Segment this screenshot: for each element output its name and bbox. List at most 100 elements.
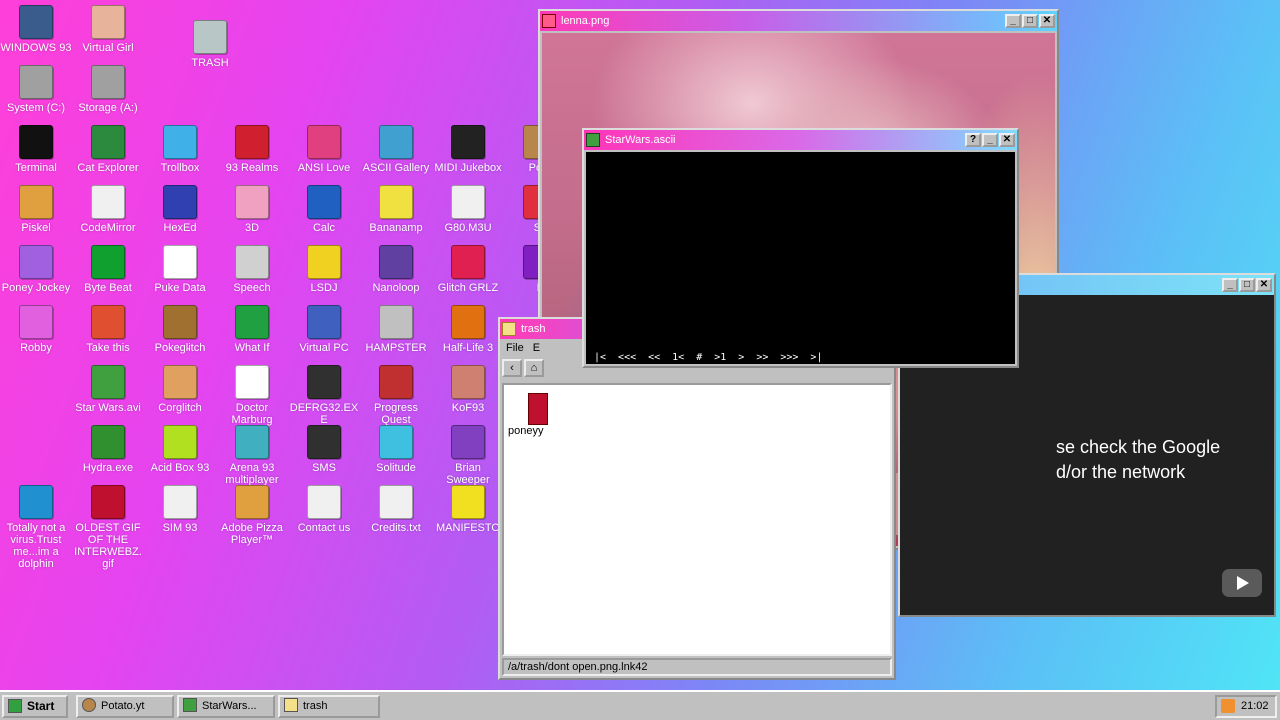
desktop-icon[interactable]: Corglitch bbox=[144, 365, 216, 414]
desktop-icon[interactable]: OLDEST GIF OF THE INTERWEBZ.gif bbox=[72, 485, 144, 570]
desktop-icon[interactable]: HAMPSTER bbox=[360, 305, 432, 354]
menu-edit[interactable]: E bbox=[533, 342, 540, 354]
desktop-icon[interactable]: Totally not a virus.Trust me...im a dolp… bbox=[0, 485, 72, 570]
taskbar-task-potato[interactable]: Potato.yt bbox=[76, 695, 174, 718]
desktop-icon[interactable]: TRASH bbox=[174, 20, 246, 69]
playback-control-button[interactable]: >| bbox=[810, 352, 822, 363]
desktop-icon[interactable]: Arena 93 multiplayer bbox=[216, 425, 288, 486]
desktop-icon[interactable]: Virtual Girl bbox=[72, 5, 144, 54]
desktop-icon[interactable]: Bananamp bbox=[360, 185, 432, 234]
desktop-icon-label: Speech bbox=[233, 282, 271, 294]
help-button[interactable]: ? bbox=[965, 133, 981, 147]
starwars-window[interactable]: StarWars.ascii ? _ ✕ |< <<< << 1< # >1 > >> >>> >… bbox=[582, 128, 1019, 368]
desktop-icon[interactable]: Cat Explorer bbox=[72, 125, 144, 174]
close-button[interactable]: ✕ bbox=[999, 133, 1015, 147]
desktop-icon[interactable]: LSDJ bbox=[288, 245, 360, 294]
desktop-icon[interactable]: Adobe Pizza Player™ bbox=[216, 485, 288, 546]
trash-window[interactable]: trash File E ‹ ⌂ poneyy /a/trash/dont op… bbox=[498, 317, 896, 680]
minimize-button[interactable]: _ bbox=[1222, 278, 1238, 292]
menu-file[interactable]: File bbox=[506, 342, 524, 354]
desktop-icon[interactable]: Poney Jockey bbox=[0, 245, 72, 294]
file-item[interactable]: poneyy bbox=[508, 393, 568, 437]
desktop-icon[interactable]: CodeMirror bbox=[72, 185, 144, 234]
play-button[interactable] bbox=[1222, 569, 1262, 597]
playback-control-button[interactable]: |< bbox=[594, 352, 606, 363]
desktop-icon[interactable]: 93 Realms bbox=[216, 125, 288, 174]
desktop-icon[interactable]: ANSI Love bbox=[288, 125, 360, 174]
rss-icon[interactable] bbox=[1221, 699, 1235, 713]
folder-icon bbox=[502, 322, 516, 336]
minimize-button[interactable]: _ bbox=[982, 133, 998, 147]
desktop-icon[interactable]: Puke Data bbox=[144, 245, 216, 294]
trash-file-area[interactable]: poneyy bbox=[502, 383, 892, 656]
home-button[interactable]: ⌂ bbox=[524, 359, 544, 377]
minimize-button[interactable]: _ bbox=[1005, 14, 1021, 28]
desktop-icon[interactable]: Glitch GRLZ bbox=[432, 245, 504, 294]
desktop-icon[interactable]: WINDOWS 93 bbox=[0, 5, 72, 54]
desktop-icon[interactable]: Nanoloop bbox=[360, 245, 432, 294]
lenna-titlebar[interactable]: lenna.png _ □ ✕ bbox=[540, 11, 1057, 31]
desktop-icon[interactable]: G80.M3U bbox=[432, 185, 504, 234]
folder-icon bbox=[284, 698, 298, 712]
desktop-icon[interactable]: Credits.txt bbox=[360, 485, 432, 534]
playback-control-button[interactable]: # bbox=[696, 352, 702, 363]
playback-control-button[interactable]: <<< bbox=[618, 352, 636, 363]
error-line-2: d/or the network bbox=[1056, 462, 1186, 482]
desktop-icon[interactable]: Star Wars.avi bbox=[72, 365, 144, 414]
desktop-icon[interactable]: Trollbox bbox=[144, 125, 216, 174]
starwars-titlebar[interactable]: StarWars.ascii ? _ ✕ bbox=[584, 130, 1017, 150]
desktop-icon[interactable]: Progress Quest bbox=[360, 365, 432, 426]
playlist-icon bbox=[451, 185, 485, 219]
desktop-icon[interactable]: Storage (A:) bbox=[72, 65, 144, 114]
pokeglitch-icon bbox=[163, 305, 197, 339]
desktop-icon[interactable]: Acid Box 93 bbox=[144, 425, 216, 474]
desktop-icon[interactable]: Piskel bbox=[0, 185, 72, 234]
sms-console-icon bbox=[307, 425, 341, 459]
close-button[interactable]: ✕ bbox=[1039, 14, 1055, 28]
desktop-icon[interactable]: SIM 93 bbox=[144, 485, 216, 534]
desktop-icon[interactable]: Contact us bbox=[288, 485, 360, 534]
maximize-button[interactable]: □ bbox=[1022, 14, 1038, 28]
virtual-pc-icon bbox=[307, 305, 341, 339]
desktop-icon[interactable]: Speech bbox=[216, 245, 288, 294]
taskbar-task-trash[interactable]: trash bbox=[278, 695, 380, 718]
playback-control-button[interactable]: >> bbox=[756, 352, 768, 363]
desktop-icon[interactable]: Terminal bbox=[0, 125, 72, 174]
desktop-icon-label: Totally not a virus.Trust me...im a dolp… bbox=[6, 522, 66, 570]
desktop-icon[interactable]: SMS bbox=[288, 425, 360, 474]
playback-control-button[interactable]: 1< bbox=[672, 352, 684, 363]
maximize-button[interactable]: □ bbox=[1239, 278, 1255, 292]
desktop-icon[interactable]: Hydra.exe bbox=[72, 425, 144, 474]
desktop-icon[interactable]: ASCII Gallery bbox=[360, 125, 432, 174]
desktop-icon[interactable]: HexEd bbox=[144, 185, 216, 234]
desktop-icon[interactable]: KoF93 bbox=[432, 365, 504, 414]
taskbar-task-starwars[interactable]: StarWars... bbox=[177, 695, 275, 718]
desktop-icon[interactable]: MANIFESTO bbox=[432, 485, 504, 534]
desktop-icon[interactable]: What If bbox=[216, 305, 288, 354]
desktop-icon[interactable]: Calc bbox=[288, 185, 360, 234]
desktop-icon[interactable]: Pokegl̴itch bbox=[144, 305, 216, 354]
desktop-icon[interactable]: Solitude bbox=[360, 425, 432, 474]
floppy-drive-icon bbox=[91, 65, 125, 99]
desktop-icon[interactable]: Half-Life 3 bbox=[432, 305, 504, 354]
close-button[interactable]: ✕ bbox=[1256, 278, 1272, 292]
desktop-icon[interactable]: Take this bbox=[72, 305, 144, 354]
desktop-icon[interactable]: MIDI Jukebox bbox=[432, 125, 504, 174]
desktop-icon[interactable]: System (C:) bbox=[0, 65, 72, 114]
desktop-icon[interactable]: Byte Beat bbox=[72, 245, 144, 294]
playback-control-button[interactable]: >1 bbox=[714, 352, 726, 363]
desktop-icon[interactable]: Doctor Marburg bbox=[216, 365, 288, 426]
back-button[interactable]: ‹ bbox=[502, 359, 522, 377]
playback-control-button[interactable]: >>> bbox=[780, 352, 798, 363]
start-button[interactable]: Start bbox=[2, 695, 68, 718]
desktop-icon[interactable]: Virtual PC bbox=[288, 305, 360, 354]
desktop-icon[interactable]: 3D bbox=[216, 185, 288, 234]
task-label: Potato.yt bbox=[101, 700, 145, 712]
lsdj-icon bbox=[307, 245, 341, 279]
desktop-icon[interactable]: Robby bbox=[0, 305, 72, 354]
desktop-icon[interactable]: Brian Sweeper bbox=[432, 425, 504, 486]
playback-control-button[interactable]: > bbox=[738, 352, 744, 363]
desktop-icon-label: Adobe Pizza Player™ bbox=[221, 522, 283, 546]
desktop-icon[interactable]: DEFRG32.EXE bbox=[288, 365, 360, 426]
playback-control-button[interactable]: << bbox=[648, 352, 660, 363]
